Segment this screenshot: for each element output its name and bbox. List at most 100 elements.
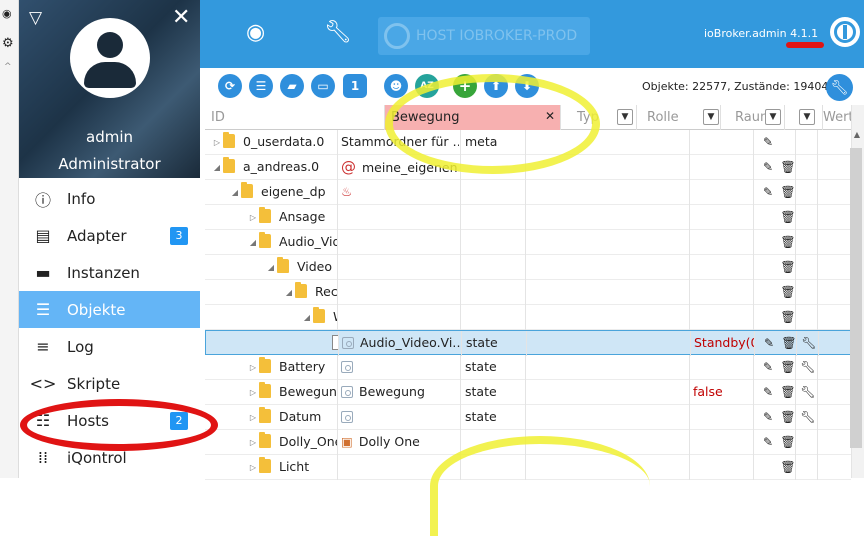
table-row[interactable]: ◢ a_andreas.0 @ meine_eigenen… ✎🗑︎ bbox=[205, 155, 851, 180]
edit-icon[interactable]: ✎ bbox=[758, 180, 778, 205]
table-row[interactable]: Strea Audio_Video.Vi… state Standby(0 ✎🗑︎🔧︎ bbox=[205, 330, 851, 356]
table-row[interactable]: ▷ Datum state ✎ 🗑︎ 🔧︎ bbox=[205, 405, 851, 430]
row-name-cell[interactable]: ▷ Battery bbox=[247, 355, 337, 380]
menu-toggle-icon[interactable]: ▽ bbox=[29, 8, 42, 28]
table-row[interactable]: ▷ 0_userdata.0 Stammordner für … meta ✎ bbox=[205, 130, 851, 155]
expand-toggle-icon[interactable]: ◢ bbox=[211, 156, 223, 180]
iobroker-logo[interactable] bbox=[830, 17, 860, 47]
expand-toggle-icon[interactable]: ◢ bbox=[301, 306, 313, 330]
delete-icon[interactable]: 🗑︎ bbox=[778, 155, 798, 180]
delete-icon[interactable]: 🗑︎ bbox=[778, 280, 798, 305]
close-icon[interactable]: ✕ bbox=[172, 7, 190, 29]
row-name-cell[interactable]: ▷ 0_userdata.0 bbox=[211, 130, 337, 155]
sidebar-item-info[interactable]: ⓘ Info bbox=[19, 180, 200, 217]
table-row[interactable]: ▷ Licht 🗑︎ bbox=[205, 455, 851, 480]
delete-icon[interactable]: 🗑︎ bbox=[778, 405, 798, 430]
edit-icon[interactable]: ✎ bbox=[758, 405, 778, 430]
expert-mode-button[interactable]: ☻ bbox=[384, 74, 408, 98]
chevron-up-icon[interactable]: ^ bbox=[4, 62, 12, 72]
expand-toggle-icon[interactable]: ▷ bbox=[247, 381, 259, 405]
delete-icon[interactable]: 🗑︎ bbox=[778, 355, 798, 380]
row-name-cell[interactable]: Strea bbox=[320, 331, 338, 356]
scroll-thumb[interactable] bbox=[850, 148, 862, 448]
expand-toggle-icon[interactable]: ◢ bbox=[229, 181, 241, 205]
row-name-cell[interactable]: ◢ Audio_Video bbox=[247, 230, 337, 255]
edit-icon[interactable]: ✎ bbox=[758, 155, 778, 180]
row-name-cell[interactable]: ◢ eigene_dp bbox=[229, 180, 337, 205]
table-row[interactable]: ◢ eigene_dp ♨ ✎ 🗑︎ bbox=[205, 180, 851, 205]
table-row[interactable]: ▷ Battery state ✎ 🗑︎ 🔧︎ bbox=[205, 355, 851, 380]
edit-icon[interactable]: ✎ bbox=[758, 430, 778, 455]
row-name-cell[interactable]: ◢ Wohnz bbox=[301, 305, 337, 330]
host-selector[interactable]: HOST IOBROKER-PROD bbox=[378, 17, 590, 55]
delete-icon[interactable]: 🗑︎ bbox=[778, 205, 798, 230]
clear-filter-icon[interactable]: ✕ bbox=[545, 109, 555, 123]
edit-icon[interactable]: ✎ bbox=[758, 355, 778, 380]
row-name-cell[interactable]: ▷ Dolly_One bbox=[247, 430, 337, 455]
expand-toggle-icon[interactable]: ▷ bbox=[247, 206, 259, 230]
sidebar-item-log[interactable]: ≡ Log bbox=[19, 328, 200, 365]
name-filter-input[interactable]: Bewegung ✕ bbox=[385, 105, 561, 130]
download-button[interactable]: ⬇ bbox=[515, 74, 539, 98]
sort-az-button[interactable]: AZ bbox=[415, 74, 439, 98]
expand-toggle-icon[interactable]: ▷ bbox=[247, 406, 259, 430]
delete-icon[interactable]: 🗑︎ bbox=[778, 455, 798, 480]
expand-toggle-icon[interactable]: ◢ bbox=[247, 231, 259, 255]
delete-icon[interactable]: 🗑︎ bbox=[779, 331, 799, 356]
delete-icon[interactable]: 🗑︎ bbox=[778, 380, 798, 405]
eye-icon[interactable]: ◉ bbox=[2, 7, 12, 20]
row-name-cell[interactable]: ◢ Receiver bbox=[283, 280, 337, 305]
refresh-button[interactable]: ⟳ bbox=[218, 74, 242, 98]
table-row[interactable]: ◢ Video 🗑︎ bbox=[205, 255, 851, 280]
sidebar-item-instanzen[interactable]: ▬ Instanzen bbox=[19, 254, 200, 291]
row-name-cell[interactable]: ◢ Video bbox=[265, 255, 337, 280]
edit-icon[interactable]: ✎ bbox=[758, 130, 778, 155]
edit-icon[interactable]: ✎ bbox=[759, 331, 779, 356]
expand-toggle-icon[interactable]: ▷ bbox=[211, 131, 223, 155]
sidebar-item-adapter[interactable]: ▤ Adapter 3 bbox=[19, 217, 200, 254]
table-row[interactable]: ◢ Receiver 🗑︎ bbox=[205, 280, 851, 305]
table-row[interactable]: ▷ Bewegung Bewegung state false ✎🗑︎🔧︎ bbox=[205, 380, 851, 405]
id-filter-input[interactable]: ID bbox=[205, 105, 385, 130]
delete-icon[interactable]: 🗑︎ bbox=[778, 430, 798, 455]
row-name-cell[interactable]: ▷ Ansage bbox=[247, 205, 337, 230]
expand-toggle-icon[interactable]: ▷ bbox=[247, 356, 259, 380]
expand-toggle-icon[interactable]: ◢ bbox=[265, 256, 277, 280]
row-name-cell[interactable]: ◢ a_andreas.0 bbox=[211, 155, 337, 180]
wrench-icon[interactable]: 🔧︎ bbox=[798, 405, 818, 430]
upload-button[interactable]: ⬆ bbox=[484, 74, 508, 98]
delete-icon[interactable]: 🗑︎ bbox=[778, 230, 798, 255]
role-filter-select[interactable]: Rolle ▼ bbox=[641, 105, 721, 130]
expand-toggle-icon[interactable]: ▷ bbox=[247, 431, 259, 455]
room-filter-select[interactable]: Raum ▼ bbox=[729, 105, 785, 130]
wrench-icon[interactable]: 🔧︎ bbox=[324, 20, 352, 45]
value-filter-input[interactable]: Wert bbox=[817, 105, 854, 130]
row-name-cell[interactable]: ▷ Licht bbox=[247, 455, 337, 480]
table-row[interactable]: ◢ Audio_Video 🗑︎ bbox=[205, 230, 851, 255]
sidebar-item-skripte[interactable]: <> Skripte bbox=[19, 365, 200, 402]
row-name-cell[interactable]: ▷ Bewegung bbox=[247, 380, 337, 405]
table-row[interactable]: ▷ Dolly_One ▣ Dolly One ✎ 🗑︎ bbox=[205, 430, 851, 455]
gear-icon[interactable]: ⚙ bbox=[2, 36, 14, 51]
delete-icon[interactable]: 🗑︎ bbox=[778, 255, 798, 280]
wrench-icon[interactable]: 🔧︎ bbox=[799, 331, 819, 356]
folder-open-button[interactable]: ▰ bbox=[280, 74, 304, 98]
sidebar-item-objekte[interactable]: ☰ Objekte bbox=[19, 291, 200, 328]
expand-toggle-icon[interactable]: ◢ bbox=[283, 281, 295, 305]
add-button[interactable]: + bbox=[453, 74, 477, 98]
settings-wrench-button[interactable]: 🔧︎ bbox=[826, 74, 853, 101]
table-row[interactable]: ◢ Wohnz 🗑︎ bbox=[205, 305, 851, 330]
type-filter-select[interactable]: Typ ▼ bbox=[571, 105, 637, 130]
row-name-cell[interactable]: ▷ Datum bbox=[247, 405, 337, 430]
wrench-icon[interactable]: 🔧︎ bbox=[798, 380, 818, 405]
table-row[interactable]: ▷ Ansage 🗑︎ bbox=[205, 205, 851, 230]
delete-icon[interactable]: 🗑︎ bbox=[778, 305, 798, 330]
expand-toggle-icon[interactable]: ▷ bbox=[247, 456, 259, 480]
sidebar-item-hosts[interactable]: ☷ Hosts 2 bbox=[19, 402, 200, 439]
edit-icon[interactable]: ✎ bbox=[758, 380, 778, 405]
list-view-button[interactable]: ☰ bbox=[249, 74, 273, 98]
expand-level-button[interactable]: 1 bbox=[343, 74, 367, 98]
scroll-up-icon[interactable]: ▲ bbox=[851, 130, 863, 144]
wrench-icon[interactable]: 🔧︎ bbox=[798, 355, 818, 380]
eye-icon[interactable]: ◉ bbox=[246, 20, 265, 45]
